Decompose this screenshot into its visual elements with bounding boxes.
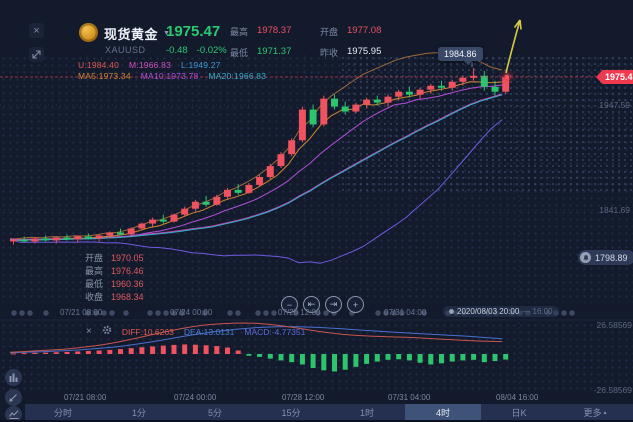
ma5-value: MA5:1973.34: [78, 71, 131, 81]
price-alert-pill[interactable]: 1798.89: [578, 250, 633, 265]
ohlc-tooltip: 开盘 1970.05 最高 1976.46 最低 1960.36 收盘 1968.34: [85, 253, 144, 302]
zoom-in-button[interactable]: +: [347, 296, 364, 313]
x-axis-label: 07/28 12:00: [282, 393, 325, 402]
stat-prev-close: 昨收 1975.95: [320, 46, 382, 58]
ma10-value: MA10:1973.78: [140, 71, 199, 81]
last-price: 1975.47: [166, 23, 221, 40]
bell-icon: [580, 252, 591, 263]
x-axis-label: 07/31 04:00: [388, 393, 431, 402]
caret-up-icon: ▴: [603, 410, 607, 416]
stat-open: 开盘 1977.08: [320, 25, 382, 37]
mid-time-label: 07/21 08:00: [60, 308, 103, 317]
close-button[interactable]: ×: [29, 23, 44, 38]
page-title: 现货黄金: [104, 27, 159, 42]
tab-daily[interactable]: 日K: [481, 404, 557, 421]
high-callout: 1984.86: [438, 47, 483, 65]
tab-1hour[interactable]: 1时: [329, 404, 405, 421]
trading-app-window: × 现货黄金 ▼ XAUUSD 1975.47 -0.48 -0.02% 最高 …: [0, 0, 633, 422]
tab-fenshi[interactable]: 分时: [25, 404, 101, 421]
instrument-symbol: XAUUSD: [105, 45, 146, 55]
draw-tool-button[interactable]: [5, 389, 22, 406]
instrument-coin-icon: [79, 23, 98, 42]
stat-low: 最低 1971.37: [230, 46, 292, 58]
diff-value: DIFF:10.6263: [121, 326, 174, 337]
tab-more[interactable]: 更多 ▴: [557, 404, 633, 421]
tab-15min[interactable]: 15分: [253, 404, 329, 421]
price-change-pct: -0.02%: [196, 45, 227, 56]
tab-5min[interactable]: 5分: [177, 404, 253, 421]
macd-ymax-label: 26.58569: [596, 320, 632, 330]
tab-1min[interactable]: 1分: [101, 404, 177, 421]
ma20-value: MA20:1966.83: [208, 71, 267, 81]
boll-values: U:1984.40 M:1966.83 L:1949.27: [78, 60, 221, 70]
ma-values: MA5:1973.34 MA10:1973.78 MA20:1966.83: [78, 71, 266, 81]
stat-high: 最高 1978.37: [230, 25, 292, 37]
macd-value: MACD:-4.77351: [244, 326, 306, 337]
y-axis-label-2: 1841.69: [599, 205, 630, 215]
gear-icon[interactable]: [102, 325, 112, 338]
mid-time-label: 07/28 12:00: [278, 308, 321, 317]
price-change: -0.48: [166, 45, 188, 56]
x-axis-label: 08/04 16:00: [496, 393, 539, 402]
tab-4hour[interactable]: 4时: [405, 404, 481, 421]
current-price-tag: 1975.47: [596, 70, 633, 84]
boll-middle-value: M:1966.83: [129, 60, 171, 70]
macd-ymin-label: -26.58569: [593, 385, 632, 395]
x-axis-label: 07/21 08:00: [64, 393, 107, 402]
alert-price: 1798.89: [595, 252, 628, 263]
interval-tab-bar: 分时 1分 5分 15分 1时 4时 日K 更多 ▴: [25, 404, 633, 421]
range-bullet-icon: [449, 309, 454, 314]
volume-tool-button[interactable]: [5, 369, 22, 386]
macd-close-button[interactable]: ×: [86, 326, 92, 337]
mid-time-label: 07/24 00:00: [170, 308, 213, 317]
y-axis-label-1: 1947.59: [599, 100, 630, 110]
macd-header: × DIFF:10.6263 DEA:13.0131 MACD:-4.77351: [86, 325, 305, 338]
jump-to-end-button[interactable]: ⇥: [325, 296, 342, 313]
mid-time-label: 07/31 04:00: [384, 308, 427, 317]
boll-upper-value: U:1984.40: [78, 60, 120, 70]
visible-range-label: 2020/08/03 20:00 — 16:00: [443, 306, 559, 317]
price-change-row: -0.48 -0.02%: [166, 45, 227, 56]
instrument-selector[interactable]: 现货黄金 ▼: [104, 24, 170, 43]
expand-icon[interactable]: [29, 47, 44, 62]
dea-value: DEA:13.0131: [183, 326, 235, 337]
x-axis-label: 07/24 00:00: [174, 393, 217, 402]
boll-lower-value: L:1949.27: [181, 60, 221, 70]
